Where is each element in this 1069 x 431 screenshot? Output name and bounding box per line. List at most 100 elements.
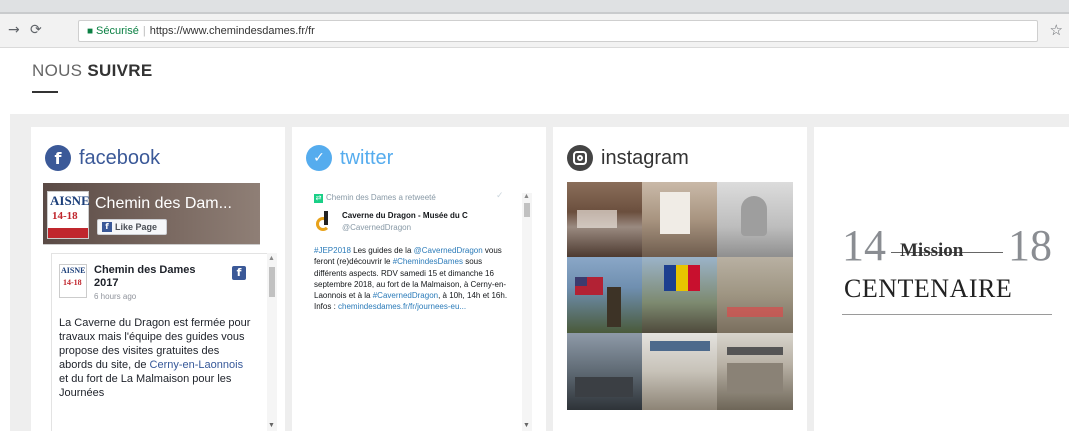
tweet-link[interactable]: chemindesdames.fr/fr/journees-eu (338, 302, 459, 311)
instagram-photo[interactable] (642, 257, 717, 333)
instagram-title: instagram (601, 146, 689, 169)
browser-tab-strip (0, 0, 1069, 14)
aisne-logo-stripe (48, 228, 88, 238)
post-avatar-text: AISNE (61, 266, 86, 275)
photo-detail (727, 347, 783, 355)
post-text-2: et du fort de La Malmaison pour les Jour… (59, 373, 232, 399)
post-link[interactable]: Cerny-en-Laonnois (150, 359, 244, 371)
instagram-photo[interactable] (567, 257, 642, 333)
url-prefix: https:// (149, 25, 183, 37)
camera-lens (577, 155, 583, 161)
facebook-header[interactable]: f facebook (45, 143, 160, 173)
photo-detail (727, 307, 783, 317)
instagram-photo[interactable] (642, 333, 717, 410)
post-avatar-years: 14-18 (63, 278, 82, 287)
mission-left-number: 14 (842, 221, 886, 270)
photo-detail (741, 196, 767, 236)
mission-centenaire-card[interactable]: 14 Mission 18 CENTENAIRE (814, 127, 1069, 431)
mission-subtitle: CENTENAIRE (844, 274, 1013, 303)
post-author[interactable]: Chemin des Dames 2017 (94, 264, 204, 290)
instagram-photo[interactable] (642, 182, 717, 257)
tweet-text-5: ... (459, 302, 467, 312)
twitter-timeline: ⇄ Chemin des Dames a retweeté ✓ Caverne d… (308, 183, 534, 431)
retweet-line: ⇄ Chemin des Dames a retweeté (314, 193, 436, 203)
url-host: www.chemindesdames.fr (182, 25, 306, 37)
facebook-small-icon: f (102, 222, 112, 232)
twitter-header[interactable]: ✓ twitter (306, 143, 393, 173)
secure-label: Sécurisé (96, 25, 139, 37)
mission-right-number: 18 (1008, 221, 1052, 270)
tweet-text-1: Les guides de la (350, 246, 414, 255)
retweet-icon: ⇄ (314, 194, 323, 203)
instagram-icon (567, 145, 593, 171)
instagram-photo[interactable] (567, 333, 642, 410)
tweet-author-avatar[interactable] (314, 209, 336, 233)
title-underline (32, 91, 58, 93)
star-icon[interactable]: ☆ (1050, 21, 1063, 39)
post-text: La Caverne du Dragon est fermée pour tra… (59, 316, 254, 400)
facebook-title: facebook (79, 146, 161, 169)
instagram-photo[interactable] (567, 182, 642, 257)
lock-icon: ■ (87, 26, 94, 37)
reload-icon[interactable]: ⟳ (30, 22, 42, 38)
tweet-author-name[interactable]: Caverne du Dragon - Musée du C (342, 211, 468, 220)
tweet-hashtag-2[interactable]: #ChemindesDames (393, 257, 463, 266)
photo-detail (607, 287, 621, 327)
browser-toolbar: → ⟳ ■ Sécurisé | https://www.chemindesdames… (0, 14, 1069, 48)
instagram-photo[interactable] (717, 182, 793, 257)
forward-icon[interactable]: → (8, 22, 20, 38)
twitter-bird-icon: ✓ (306, 145, 332, 171)
post-time[interactable]: 6 hours ago (94, 292, 136, 301)
facebook-scrollbar[interactable]: ▲ ▼ (267, 253, 277, 431)
scrollbar-thumb[interactable] (524, 203, 530, 217)
tweet-author-handle[interactable]: @CavernedDragon (342, 223, 411, 232)
address-bar[interactable]: ■ Sécurisé | https://www.chemindesdames.fr/… (78, 20, 1038, 42)
instagram-photo-grid (567, 182, 793, 410)
tweet-hashtag[interactable]: #JEP2018 (314, 246, 351, 255)
mission-word: Mission (900, 240, 964, 261)
post-avatar: AISNE 14-18 (59, 264, 87, 298)
instagram-header[interactable]: instagram (567, 143, 689, 173)
photo-detail (650, 341, 710, 351)
photo-detail (575, 277, 587, 286)
scroll-up-icon[interactable]: ▲ (268, 255, 275, 262)
like-page-label: Like Page (115, 222, 158, 232)
twitter-logo-icon[interactable]: ✓ (496, 191, 504, 201)
photo-detail (664, 265, 676, 291)
tweet-hashtag-3[interactable]: #CavernedDragon (373, 291, 438, 300)
photo-detail (676, 265, 688, 291)
facebook-page-banner[interactable]: AISNE 14-18 Chemin des Dam... f Like Page (43, 183, 260, 245)
retweet-text: Chemin des Dames a retweeté (326, 193, 436, 202)
mission-logo-top: 14 Mission 18 (842, 222, 1052, 270)
instagram-card: instagram (553, 127, 807, 431)
facebook-page-name[interactable]: Chemin des Dam... (95, 195, 232, 213)
photo-detail (660, 192, 690, 234)
scrollbar-thumb[interactable] (269, 267, 275, 297)
section-title-bold: SUIVRE (87, 61, 153, 80)
mission-underline (842, 314, 1052, 315)
aisne-logo-years: 14-18 (52, 210, 78, 222)
instagram-photo[interactable] (717, 333, 793, 410)
url-separator: | (142, 25, 146, 37)
scroll-up-icon[interactable]: ▲ (523, 193, 530, 200)
twitter-scrollbar[interactable]: ▲ ▼ (522, 193, 532, 431)
facebook-post: AISNE 14-18 Chemin des Dames 2017 6 hour… (51, 253, 275, 431)
twitter-card: ✓ twitter ⇄ Chemin des Dames a retweeté ✓… (292, 127, 546, 431)
photo-detail (727, 363, 783, 393)
facebook-card: f facebook AISNE 14-18 Chemin des Dam...… (31, 127, 285, 431)
aisne-logo: AISNE 14-18 (47, 191, 90, 239)
photo-detail (688, 265, 700, 291)
facebook-logo-icon[interactable]: f (232, 266, 246, 280)
photo-detail (575, 377, 633, 397)
tweet-mention[interactable]: @CavernedDragon (414, 246, 483, 255)
section-title-light: NOUS (32, 61, 83, 80)
scroll-down-icon[interactable]: ▼ (523, 422, 530, 429)
instagram-photo[interactable] (717, 257, 793, 333)
tweet-text: #JEP2018 Les guides de la @CavernedDrago… (314, 245, 510, 313)
like-page-button[interactable]: f Like Page (97, 219, 167, 235)
twitter-title: twitter (340, 146, 394, 169)
photo-detail (577, 210, 617, 228)
scroll-down-icon[interactable]: ▼ (268, 422, 275, 429)
facebook-icon: f (45, 145, 71, 171)
avatar-bar (324, 211, 328, 225)
